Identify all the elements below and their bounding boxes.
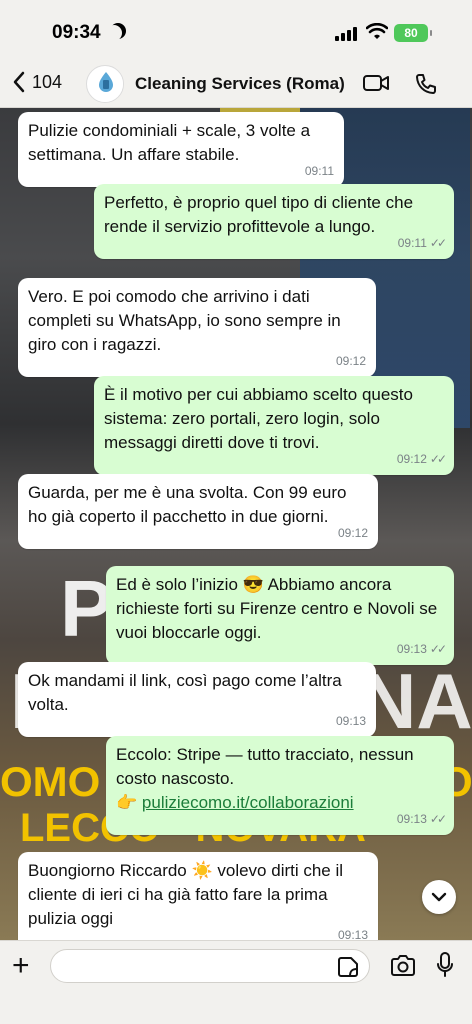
video-call-icon[interactable]	[362, 72, 390, 94]
message-incoming[interactable]: Buongiorno Riccardo ☀️ volevo dirti che …	[18, 852, 378, 940]
message-incoming[interactable]: Vero. E poi comodo che arrivino i dati c…	[18, 278, 376, 377]
unread-count: 104	[32, 71, 63, 92]
battery-level: 80	[404, 26, 418, 40]
attach-plus-icon[interactable]: +	[12, 951, 30, 981]
message-text: Pulizie condominiali + scale, 3 volte a …	[28, 121, 311, 164]
message-time: 09:13	[335, 714, 366, 728]
message-text: È il motivo per cui abbiamo scelto quest…	[104, 385, 413, 452]
message-text: Ed è solo l’inizio 😎 Abbiamo ancora rich…	[116, 575, 438, 642]
message-time: 09:12	[396, 452, 427, 466]
payment-link[interactable]: puliziecomo.it/collaborazioni	[142, 793, 354, 812]
message-outgoing[interactable]: Ed è solo l’inizio 😎 Abbiamo ancora rich…	[106, 566, 454, 665]
message-text: Eccolo: Stripe — tutto tracciato, nessun…	[116, 745, 414, 788]
message-outgoing[interactable]: Eccolo: Stripe — tutto tracciato, nessun…	[106, 736, 454, 835]
microphone-icon[interactable]	[436, 951, 454, 979]
message-outgoing[interactable]: È il motivo per cui abbiamo scelto quest…	[94, 376, 454, 475]
message-incoming[interactable]: Pulizie condominiali + scale, 3 volte a …	[18, 112, 344, 187]
cellular-signal-icon	[335, 27, 357, 41]
message-text: Ok mandami il link, così pago come l’alt…	[28, 671, 342, 714]
read-receipt-icon: ✓✓	[429, 642, 447, 656]
message-time: 09:12	[337, 526, 368, 540]
message-outgoing[interactable]: Perfetto, è proprio quel tipo di cliente…	[94, 184, 454, 259]
message-time: 09:12	[335, 354, 366, 368]
input-bar: +	[0, 940, 472, 1024]
chat-title[interactable]: Cleaning Services (Roma)	[135, 74, 345, 94]
phone-call-icon[interactable]	[414, 72, 438, 96]
message-time: 09:11	[304, 164, 334, 178]
scroll-down-button[interactable]	[422, 880, 456, 914]
message-text: Guarda, per me è una svolta. Con 99 euro…	[28, 483, 347, 526]
chat-header: 104 Cleaning Services (Roma)	[0, 64, 472, 108]
message-input[interactable]	[50, 949, 370, 983]
message-text: Vero. E poi comodo che arrivino i dati c…	[28, 287, 341, 354]
sticker-icon[interactable]	[337, 956, 359, 978]
message-time: 09:13	[396, 812, 427, 826]
message-time: 09:13	[396, 642, 427, 656]
message-time: 09:13	[337, 928, 368, 940]
read-receipt-icon: ✓✓	[429, 452, 447, 466]
message-incoming[interactable]: Guarda, per me è una svolta. Con 99 euro…	[18, 474, 378, 549]
status-time: 09:34	[52, 22, 101, 43]
read-receipt-icon: ✓✓	[429, 812, 447, 826]
read-receipt-icon: ✓✓	[429, 236, 447, 250]
chevron-left-icon	[13, 71, 25, 93]
status-bar: 09:34 80	[0, 0, 472, 64]
back-button[interactable]: 104	[12, 70, 62, 94]
message-time: 09:11	[397, 236, 427, 250]
battery-icon: 80	[394, 24, 432, 42]
chevron-down-icon	[431, 892, 447, 902]
message-incoming[interactable]: Ok mandami il link, così pago come l’alt…	[18, 662, 376, 737]
camera-icon[interactable]	[389, 954, 417, 978]
pointing-hand-icon: 👉	[116, 793, 138, 812]
moon-icon	[110, 23, 126, 39]
wifi-icon	[366, 23, 388, 39]
avatar[interactable]	[86, 65, 124, 103]
cleaning-logo-icon	[88, 67, 123, 102]
message-text: Buongiorno Riccardo ☀️ volevo dirti che …	[28, 861, 344, 928]
chat-area[interactable]: P RNA OMO ·O LECCO · NOVARA Pulizie cond…	[0, 108, 472, 940]
message-text: Perfetto, è proprio quel tipo di cliente…	[104, 193, 414, 236]
